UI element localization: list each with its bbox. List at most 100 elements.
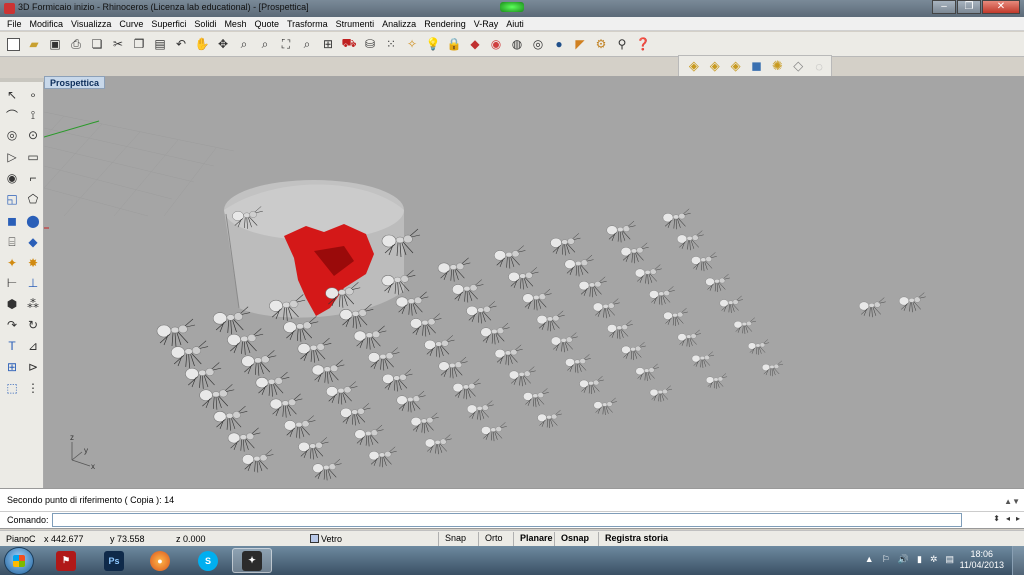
ant-model[interactable]	[607, 320, 633, 340]
ant-model[interactable]	[621, 341, 646, 361]
ant-model[interactable]	[523, 388, 549, 408]
cylinder-icon[interactable]: ⌸	[3, 233, 21, 251]
rotate-icon[interactable]: ↻	[24, 316, 42, 334]
ant-model[interactable]	[635, 363, 659, 381]
zoom-icon[interactable]: ⌕	[235, 35, 253, 53]
ant-model[interactable]	[410, 313, 442, 337]
block-icon[interactable]: ⊞	[3, 358, 21, 376]
ant-model[interactable]	[494, 344, 523, 366]
start-button[interactable]	[4, 547, 34, 575]
vray-help-icon[interactable]: ◌	[810, 57, 828, 75]
show-desktop-button[interactable]	[1012, 546, 1024, 575]
ant-model[interactable]	[284, 415, 316, 439]
ant-model[interactable]	[452, 279, 484, 303]
ant-model[interactable]	[255, 371, 290, 397]
vray-material-icon[interactable]: ◈	[706, 57, 724, 75]
car-icon[interactable]: ⛟	[340, 35, 358, 53]
menu-trasforma[interactable]: Trasforma	[283, 17, 332, 30]
ant-model[interactable]	[858, 297, 886, 318]
ant-model[interactable]	[340, 403, 371, 426]
offset-icon[interactable]: ↷	[3, 316, 21, 334]
ant-model[interactable]	[466, 301, 497, 324]
ant-model[interactable]	[747, 339, 770, 355]
ant-model[interactable]	[565, 354, 591, 374]
dimension-icon[interactable]: ⊿	[24, 337, 42, 355]
pan-hand-icon[interactable]: ✋	[193, 35, 211, 53]
vray-tag-icon[interactable]: ◈	[685, 57, 703, 75]
ant-model[interactable]	[898, 292, 926, 313]
ant-model[interactable]	[312, 458, 342, 481]
tray-bluetooth-icon[interactable]: ✲	[930, 554, 938, 565]
polyline-icon[interactable]: ⌒	[3, 106, 21, 124]
render-box-icon[interactable]: ⬚	[3, 379, 21, 397]
ant-model[interactable]	[382, 369, 413, 392]
ant-model[interactable]	[326, 381, 358, 405]
close-button[interactable]: ✕	[982, 0, 1020, 14]
select-points-icon[interactable]: ⁙	[382, 35, 400, 53]
wireframe-sphere-icon[interactable]: ◍	[508, 35, 526, 53]
arc-icon[interactable]: ◉	[3, 169, 21, 187]
ellipse-icon[interactable]: ⊙	[24, 126, 42, 144]
ant-model[interactable]	[537, 409, 562, 429]
minimize-button[interactable]: –	[932, 0, 956, 14]
tray-lang-icon[interactable]: ▤	[945, 554, 954, 565]
import-icon[interactable]: ❏	[88, 35, 106, 53]
boolean-icon[interactable]: ⬤	[24, 212, 42, 230]
ant-model[interactable]	[311, 359, 345, 384]
curve-points-icon[interactable]: ✧	[403, 35, 421, 53]
ant-model[interactable]	[649, 286, 675, 306]
ant-model[interactable]	[550, 332, 578, 353]
snap-toggle[interactable]: Snap	[438, 532, 472, 546]
ant-model[interactable]	[368, 347, 400, 371]
ant-model[interactable]	[466, 400, 494, 421]
ant-model[interactable]	[212, 306, 251, 334]
polygon-icon[interactable]: ▷	[3, 148, 21, 166]
ant-model[interactable]	[480, 322, 510, 345]
ant-model[interactable]	[424, 335, 455, 358]
toolbar-grip[interactable]	[0, 78, 44, 82]
ant-model[interactable]	[564, 254, 594, 277]
tray-flag-icon[interactable]: ⚐	[882, 554, 890, 565]
help-icon[interactable]: ❓	[634, 35, 652, 53]
ant-model[interactable]	[733, 317, 757, 334]
taskbar-rhino[interactable]: ✦	[232, 548, 272, 573]
ant-model[interactable]	[522, 288, 552, 311]
menu-strumenti[interactable]: Strumenti	[332, 17, 379, 30]
ant-model[interactable]	[536, 310, 565, 332]
rectangle-icon[interactable]: ▭	[24, 148, 42, 166]
menu-quote[interactable]: Quote	[250, 17, 283, 30]
shaded-sphere-icon[interactable]: ◎	[529, 35, 547, 53]
menu-vray[interactable]: V-Ray	[470, 17, 503, 30]
ant-model[interactable]	[227, 328, 264, 355]
ant-model[interactable]	[578, 276, 607, 298]
ant-model[interactable]	[241, 350, 277, 376]
ant-model[interactable]	[592, 298, 620, 319]
ant-model[interactable]	[705, 373, 728, 389]
explode-icon[interactable]: ✸	[24, 254, 42, 272]
ant-model[interactable]	[593, 397, 617, 415]
point-icon[interactable]: ∘	[24, 86, 42, 104]
ant-model[interactable]	[437, 257, 471, 282]
menu-solidi[interactable]: Solidi	[190, 17, 220, 30]
tray-expand-icon[interactable]: ▲	[865, 554, 874, 565]
spin-arrows-icon[interactable]: ⬍	[993, 514, 1000, 523]
split-icon[interactable]: ⊢	[3, 274, 21, 292]
ant-model[interactable]	[424, 434, 452, 455]
ant-model[interactable]	[353, 325, 387, 350]
ant-model[interactable]	[170, 340, 209, 368]
command-input[interactable]	[52, 513, 962, 527]
ant-model[interactable]	[156, 318, 196, 348]
menu-visualizza[interactable]: Visualizza	[67, 17, 115, 30]
vray-options-icon[interactable]: ◈	[727, 57, 745, 75]
menu-modifica[interactable]: Modifica	[26, 17, 68, 30]
copy-icon[interactable]: ❐	[130, 35, 148, 53]
zoom-selected-icon[interactable]: ⌕	[298, 35, 316, 53]
light-bulb-icon[interactable]: 💡	[424, 35, 442, 53]
vray-cube-icon[interactable]: ◼	[748, 57, 766, 75]
rhino-app-icon[interactable]	[4, 3, 15, 14]
ant-model[interactable]	[395, 291, 429, 316]
menu-rendering[interactable]: Rendering	[420, 17, 470, 30]
vray-diamond-icon[interactable]: ◇	[789, 57, 807, 75]
menu-curve[interactable]: Curve	[115, 17, 147, 30]
box-icon[interactable]: ◼	[3, 212, 21, 230]
